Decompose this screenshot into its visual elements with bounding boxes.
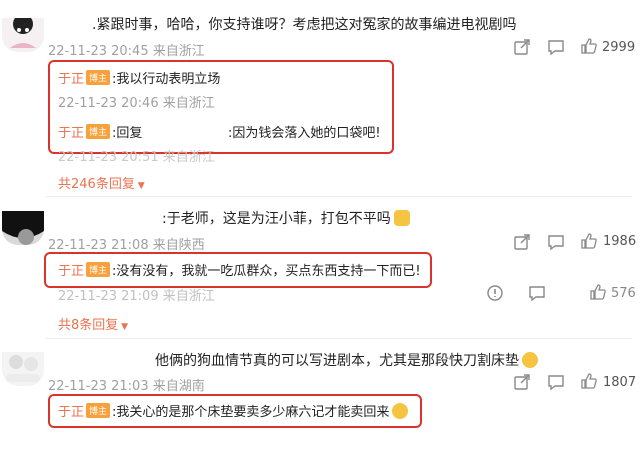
avatar[interactable] <box>2 352 44 386</box>
reply-author[interactable]: 于正 <box>58 264 84 279</box>
more-replies-label: 共246条回复 <box>58 177 135 192</box>
comment-icon[interactable] <box>547 233 565 251</box>
more-icon[interactable] <box>486 284 504 302</box>
reply-text: :我以行动表明立场 <box>112 72 221 87</box>
reply-time: 22-11-23 21:09 来自浙江 <box>58 289 215 304</box>
avatar[interactable] <box>2 211 44 245</box>
reply-author[interactable]: 于正 <box>58 72 84 87</box>
comment-icon[interactable] <box>547 38 565 56</box>
comment-time: 22-11-23 20:45 来自浙江 <box>48 44 205 59</box>
reply-1: 于正 博主:没有没有，我就一吃瓜群众，买点东西支持一下而已! <box>58 260 421 279</box>
like-icon[interactable] <box>580 37 598 55</box>
reply-text-continued: :因为钱会落入她的口袋吧! <box>228 126 381 141</box>
chevron-down-icon: ▼ <box>134 181 145 191</box>
reply-author[interactable]: 于正 <box>58 405 84 420</box>
avatar[interactable] <box>2 18 44 52</box>
comment-text-content: 他俩的狗血情节真的可以写进剧本，尤其是那段快刀割床垫 <box>155 353 519 369</box>
laughing-emoji-icon <box>522 352 538 368</box>
comment-text-content: :于老师，这是为汪小菲，打包不平吗 <box>162 211 391 227</box>
share-icon[interactable] <box>513 38 531 56</box>
reply-2: 于正 博主:回复 <box>58 122 142 141</box>
chevron-down-icon: ▼ <box>118 322 129 332</box>
share-icon[interactable] <box>513 233 531 251</box>
comment-time: 22-11-23 21:08 来自陕西 <box>48 238 205 253</box>
blogger-badge: 博主 <box>86 70 111 85</box>
like-icon[interactable] <box>580 372 598 390</box>
blogger-badge: 博主 <box>86 403 111 418</box>
avatar-image <box>2 211 44 245</box>
like-count: 1986 <box>603 234 637 249</box>
reply-text: :回复 <box>112 126 143 141</box>
reply-text: :没有没有，我就一吃瓜群众，买点东西支持一下而已! <box>112 264 421 279</box>
reply-like-count: 576 <box>611 286 636 301</box>
like-count: 1807 <box>603 375 637 390</box>
more-replies-label: 共8条回复 <box>58 318 119 333</box>
reply-author[interactable]: 于正 <box>58 126 84 141</box>
divider <box>45 338 632 339</box>
blogger-badge: 博主 <box>86 124 111 139</box>
comment-icon[interactable] <box>528 284 546 302</box>
more-replies-link[interactable]: 共8条回复 ▼ <box>58 314 128 333</box>
reply-text: :我关心的是那个床垫要卖多少麻六记才能卖回来 <box>112 405 390 420</box>
comment-text: .紧跟时事，哈哈，你支持谁呀？考虑把这对冤家的故事编进电视剧吗 <box>92 17 517 33</box>
avatar-image <box>2 18 44 52</box>
reply-time: 22-11-23 20:46 来自浙江 <box>58 96 215 111</box>
divider <box>45 196 632 197</box>
avatar-image <box>2 352 44 386</box>
more-replies-link[interactable]: 共246条回复 ▼ <box>58 173 145 192</box>
comment-time: 22-11-23 21:03 来自湖南 <box>48 379 205 394</box>
comment-text: :于老师，这是为汪小菲，打包不平吗 <box>162 208 410 228</box>
share-icon[interactable] <box>513 373 531 391</box>
blogger-badge: 博主 <box>86 262 111 277</box>
like-count: 2999 <box>602 40 636 55</box>
like-icon[interactable] <box>580 232 598 250</box>
reply-time-obscured: 22-11-23 20:51 来自浙江 <box>58 150 215 165</box>
tongue-emoji-icon <box>392 403 409 419</box>
reply-1: 于正 博主:我关心的是那个床垫要卖多少麻六记才能卖回来 <box>58 401 409 420</box>
reply-1: 于正 博主:我以行动表明立场 <box>58 68 220 87</box>
comment-icon[interactable] <box>547 373 565 391</box>
cat-emoji-icon <box>393 210 410 226</box>
comment-text: 他俩的狗血情节真的可以写进剧本，尤其是那段快刀割床垫 <box>155 350 538 370</box>
like-icon[interactable] <box>589 283 607 301</box>
